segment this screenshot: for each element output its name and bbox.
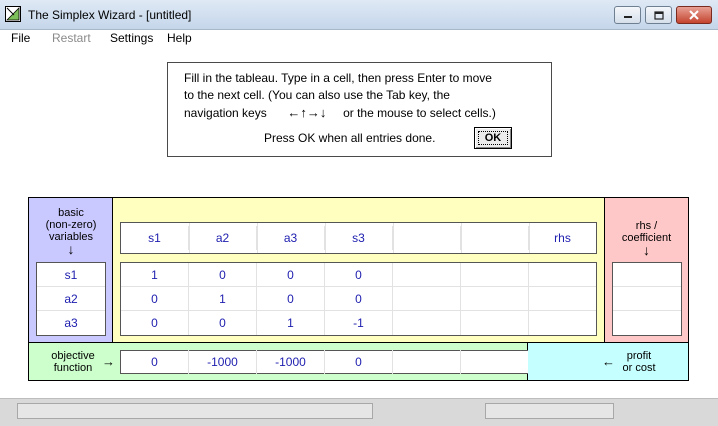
coefficient-cell[interactable]: 0: [257, 287, 325, 311]
coefficient-cell[interactable]: 0: [121, 311, 189, 335]
objective-cell[interactable]: [393, 350, 461, 374]
down-arrow-icon: ↓: [643, 242, 650, 258]
profit-or-cost-label: profit or cost: [616, 350, 662, 374]
coefficient-cell[interactable]: [529, 311, 596, 335]
objective-label-line-2: function: [53, 362, 93, 374]
left-arrow-icon: ←: [602, 354, 615, 369]
menu-help-label: Help: [167, 31, 192, 45]
right-arrow-icon: →: [102, 354, 115, 369]
rhs-coefficient-cell[interactable]: [613, 311, 681, 335]
menu-settings-label: Settings: [110, 31, 154, 45]
objective-function-label: objective function: [41, 350, 105, 374]
objective-cell[interactable]: -1000: [189, 350, 257, 374]
rhs-coefficient-panel: rhs / coefficient ↓: [604, 198, 688, 343]
coefficient-cell[interactable]: [529, 287, 596, 311]
instruction-box: Fill in the tableau. Type in a cell, the…: [167, 62, 552, 157]
coefficient-cell[interactable]: 0: [121, 287, 189, 311]
ok-button-label: OK: [477, 131, 509, 145]
objective-cell[interactable]: [461, 350, 529, 374]
status-bar: [0, 398, 718, 426]
menu-restart-label: Restart: [52, 31, 91, 45]
column-header-row: s1 a2 a3 s3 rhs: [120, 222, 597, 254]
basic-variables-box: s1 a2 a3: [36, 262, 106, 336]
coefficient-grid: 1 0 0 0 0 1 0 0 0 0 1 -1: [120, 262, 597, 336]
profit-label-line-1: profit: [626, 350, 652, 362]
coefficient-cell[interactable]: 0: [325, 287, 393, 311]
basic-variables-panel: basic (non-zero) variables ↓ s1 a2 a3: [29, 198, 113, 343]
rhs-coefficient-label: rhs / coefficient ↓: [605, 220, 688, 258]
instruction-line-3-prefix: navigation keys: [184, 106, 267, 120]
instruction-line-3-suffix: or the mouse to select cells.): [343, 106, 496, 120]
coefficient-cell[interactable]: [461, 287, 529, 311]
basic-label-line-2: (non-zero): [45, 219, 97, 231]
navigation-arrows: ←↑→↓: [287, 105, 327, 120]
coefficient-cell[interactable]: 0: [325, 263, 393, 287]
column-header-cell[interactable]: s1: [121, 226, 189, 250]
coefficient-panel: s1 a2 a3 s3 rhs 1 0 0 0 0 1 0 0 0 0 1 -1: [113, 198, 604, 343]
app-icon: [5, 6, 21, 22]
coefficient-cell[interactable]: 1: [121, 263, 189, 287]
coefficient-cell[interactable]: [393, 263, 461, 287]
menu-settings[interactable]: Settings: [110, 30, 153, 46]
close-button[interactable]: [676, 6, 712, 24]
maximize-icon: [653, 10, 664, 20]
press-ok-text: Press OK when all entries done.: [264, 131, 436, 145]
column-header-cell[interactable]: rhs: [529, 226, 596, 250]
column-header-cell[interactable]: a3: [257, 226, 325, 250]
objective-cell[interactable]: 0: [121, 350, 189, 374]
coefficient-cell[interactable]: [393, 287, 461, 311]
coefficient-cell[interactable]: -1: [325, 311, 393, 335]
menu-file-label: File: [11, 31, 31, 45]
rhs-coefficient-cell[interactable]: [613, 263, 681, 287]
menu-bar: File Restart Settings Help: [0, 30, 718, 48]
coefficient-cell[interactable]: 0: [189, 311, 257, 335]
instruction-line-3: navigation keys ←↑→↓ or the mouse to sel…: [184, 105, 496, 120]
menu-restart[interactable]: Restart: [52, 30, 91, 46]
ok-button[interactable]: OK: [474, 127, 512, 149]
profit-label-line-2: or cost: [622, 362, 656, 374]
objective-cell[interactable]: -1000: [257, 350, 325, 374]
rhs-coefficient-cell[interactable]: [613, 287, 681, 311]
menu-file[interactable]: File: [11, 30, 30, 46]
basic-variables-label: basic (non-zero) variables ↓: [29, 207, 113, 257]
column-header-cell[interactable]: s3: [325, 226, 393, 250]
coefficient-cell[interactable]: 1: [189, 287, 257, 311]
column-header-cell[interactable]: [393, 226, 461, 250]
rhs-label-line-1: rhs /: [635, 220, 658, 232]
coefficient-cell[interactable]: [393, 311, 461, 335]
coefficient-cell[interactable]: 0: [189, 263, 257, 287]
basic-variable-cell[interactable]: a3: [37, 311, 105, 335]
column-header-cell[interactable]: a2: [189, 226, 257, 250]
profit-or-cost-panel: ← profit or cost: [528, 343, 688, 380]
coefficient-cell[interactable]: 0: [257, 263, 325, 287]
column-header-cell[interactable]: [461, 226, 529, 250]
objective-row: 0 -1000 -1000 0: [120, 350, 597, 374]
basic-variable-cell[interactable]: a2: [37, 287, 105, 311]
coefficient-cell[interactable]: [529, 263, 596, 287]
minimize-icon: [623, 16, 632, 18]
maximize-button[interactable]: [645, 6, 672, 24]
coefficient-cell[interactable]: [461, 311, 529, 335]
objective-cell[interactable]: 0: [325, 350, 393, 374]
down-arrow-icon: ↓: [67, 241, 75, 257]
basic-variable-cell[interactable]: s1: [37, 263, 105, 287]
rhs-coefficient-box: [612, 262, 682, 336]
title-bar: The Simplex Wizard - [untitled]: [0, 0, 718, 30]
status-field-left: [17, 403, 373, 419]
basic-label-line-1: basic: [58, 207, 84, 219]
coefficient-cell[interactable]: 1: [257, 311, 325, 335]
window-title: The Simplex Wizard - [untitled]: [28, 8, 192, 22]
objective-label-line-1: objective: [51, 350, 95, 362]
close-icon: [689, 10, 699, 20]
instruction-line-1: Fill in the tableau. Type in a cell, the…: [184, 71, 492, 85]
instruction-line-2: to the next cell. (You can also use the …: [184, 88, 450, 102]
coefficient-cell[interactable]: [461, 263, 529, 287]
minimize-button[interactable]: [614, 6, 641, 24]
status-field-right: [485, 403, 614, 419]
tableau: basic (non-zero) variables ↓ s1 a2 a3 s1…: [28, 197, 689, 381]
menu-help[interactable]: Help: [167, 30, 192, 46]
